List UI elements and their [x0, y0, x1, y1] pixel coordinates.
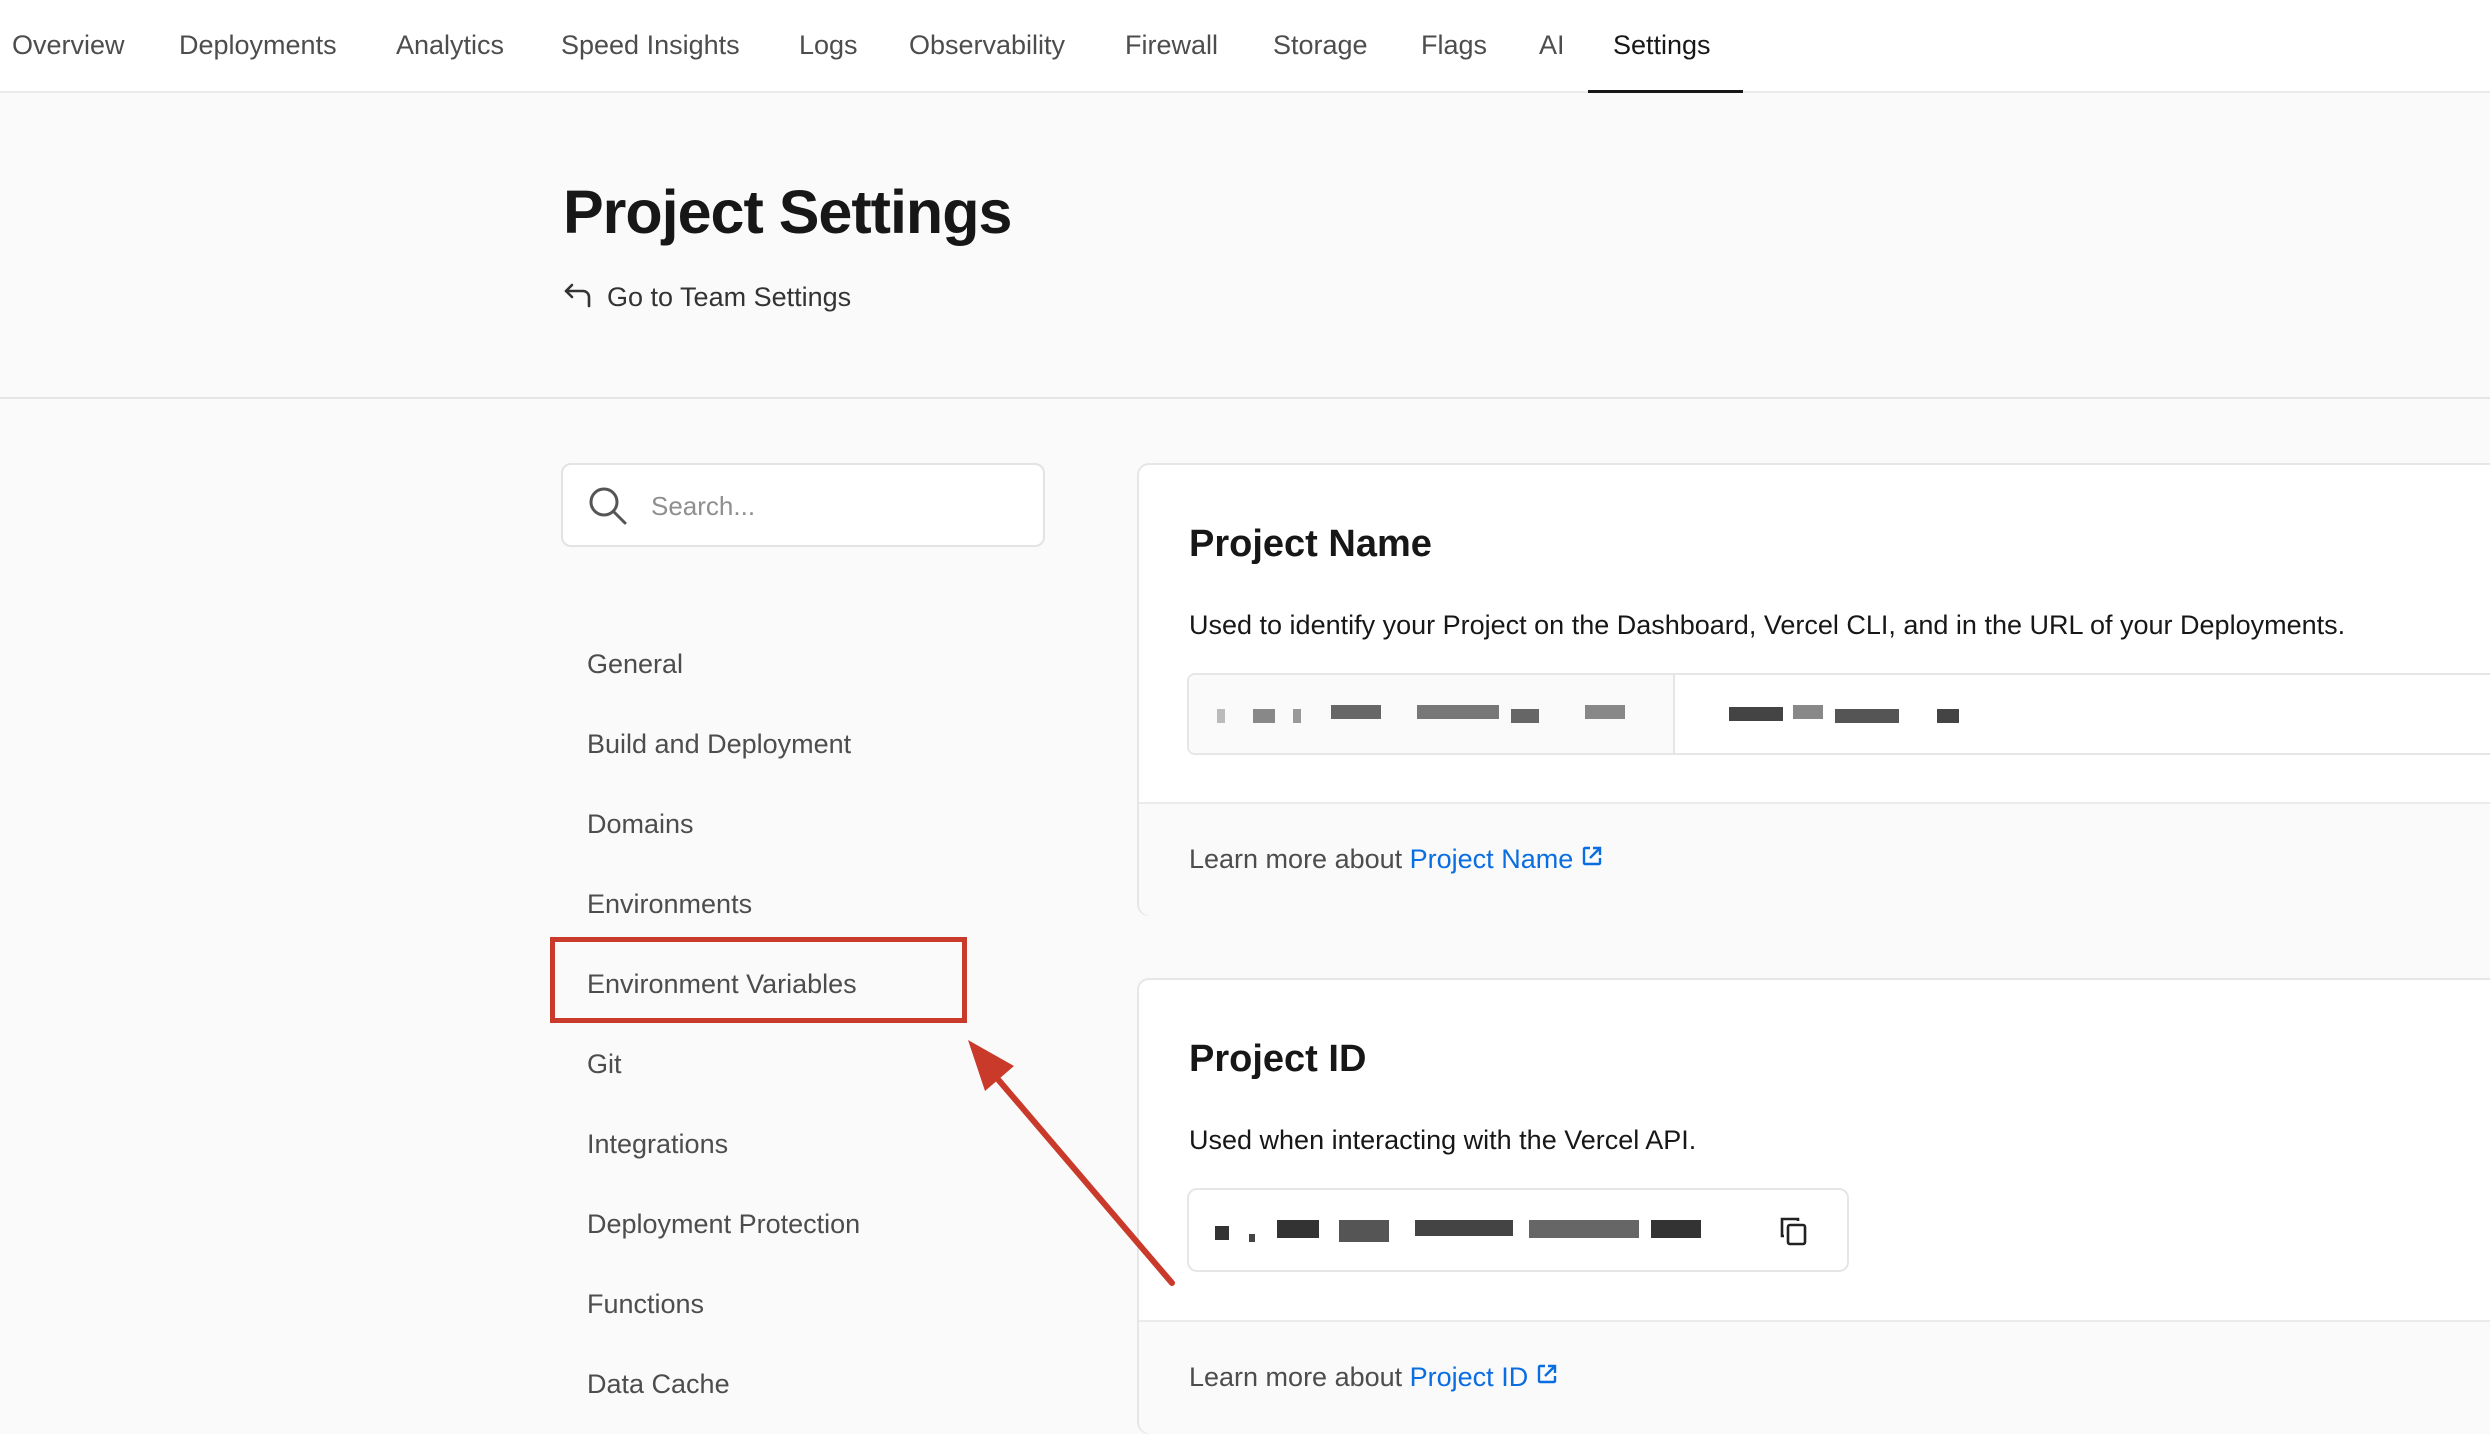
learn-more-prefix: Learn more about	[1189, 1362, 1403, 1392]
page-header: Project Settings Go to Team Settings	[0, 93, 2490, 399]
learn-more-prefix: Learn more about	[1189, 844, 1403, 874]
top-navigation: Overview Deployments Analytics Speed Ins…	[0, 0, 2490, 94]
project-id-description: Used when interacting with the Vercel AP…	[1189, 1125, 1697, 1155]
sidebar-item-deployment-protection[interactable]: Deployment Protection	[587, 1209, 860, 1240]
settings-search[interactable]	[561, 463, 1045, 547]
tab-flags[interactable]: Flags	[1421, 30, 1487, 61]
project-id-field[interactable]	[1187, 1188, 1849, 1272]
tab-overview[interactable]: Overview	[12, 30, 125, 61]
sidebar-item-data-cache[interactable]: Data Cache	[587, 1369, 730, 1400]
project-name-card: Project Name Used to identify your Proje…	[1137, 463, 2490, 916]
external-link-icon	[1536, 1361, 1558, 1392]
sidebar-item-build-and-deployment[interactable]: Build and Deployment	[587, 729, 851, 760]
tab-settings[interactable]: Settings	[1613, 30, 1711, 61]
annotation-highlight-box	[550, 937, 967, 1023]
project-id-footer: Learn more about Project ID	[1139, 1320, 2490, 1434]
project-id-card: Project ID Used when interacting with th…	[1137, 978, 2490, 1434]
project-name-learn-more: Learn more about Project Name	[1189, 844, 1603, 875]
tab-firewall[interactable]: Firewall	[1125, 30, 1218, 61]
tab-ai[interactable]: AI	[1539, 30, 1565, 61]
project-name-docs-link[interactable]: Project Name	[1410, 844, 1604, 874]
sidebar-item-git[interactable]: Git	[587, 1049, 622, 1080]
project-name-input[interactable]	[1187, 673, 2490, 755]
sidebar-item-functions[interactable]: Functions	[587, 1289, 704, 1320]
project-name-link-text: Project Name	[1409, 844, 1574, 874]
back-link-label: Go to Team Settings	[607, 281, 852, 312]
project-id-learn-more: Learn more about Project ID	[1189, 1362, 1558, 1393]
sidebar-item-environments[interactable]: Environments	[587, 889, 752, 920]
project-name-footer: Learn more about Project Name	[1139, 802, 2490, 916]
copy-icon[interactable]	[1777, 1214, 1811, 1253]
back-arrow-icon	[563, 282, 593, 313]
project-id-link-text: Project ID	[1409, 1362, 1529, 1392]
sidebar-item-general[interactable]: General	[587, 649, 683, 680]
project-id-docs-link[interactable]: Project ID	[1410, 1362, 1559, 1392]
tab-speed-insights[interactable]: Speed Insights	[561, 30, 740, 61]
project-name-description: Used to identify your Project on the Das…	[1189, 610, 2346, 640]
go-to-team-settings-link[interactable]: Go to Team Settings	[563, 277, 851, 317]
external-link-icon	[1581, 843, 1603, 874]
sidebar-item-domains[interactable]: Domains	[587, 809, 694, 840]
project-name-prefix	[1189, 675, 1675, 753]
sidebar-item-integrations[interactable]: Integrations	[587, 1129, 728, 1160]
search-input[interactable]	[649, 485, 1023, 527]
tab-analytics[interactable]: Analytics	[396, 30, 504, 61]
tab-deployments[interactable]: Deployments	[179, 30, 337, 61]
page-title: Project Settings	[563, 178, 1012, 246]
tab-storage[interactable]: Storage	[1273, 30, 1368, 61]
project-id-title: Project ID	[1189, 1038, 1367, 1080]
tab-logs[interactable]: Logs	[799, 30, 858, 61]
project-name-title: Project Name	[1189, 523, 1432, 565]
tab-observability[interactable]: Observability	[909, 30, 1065, 61]
